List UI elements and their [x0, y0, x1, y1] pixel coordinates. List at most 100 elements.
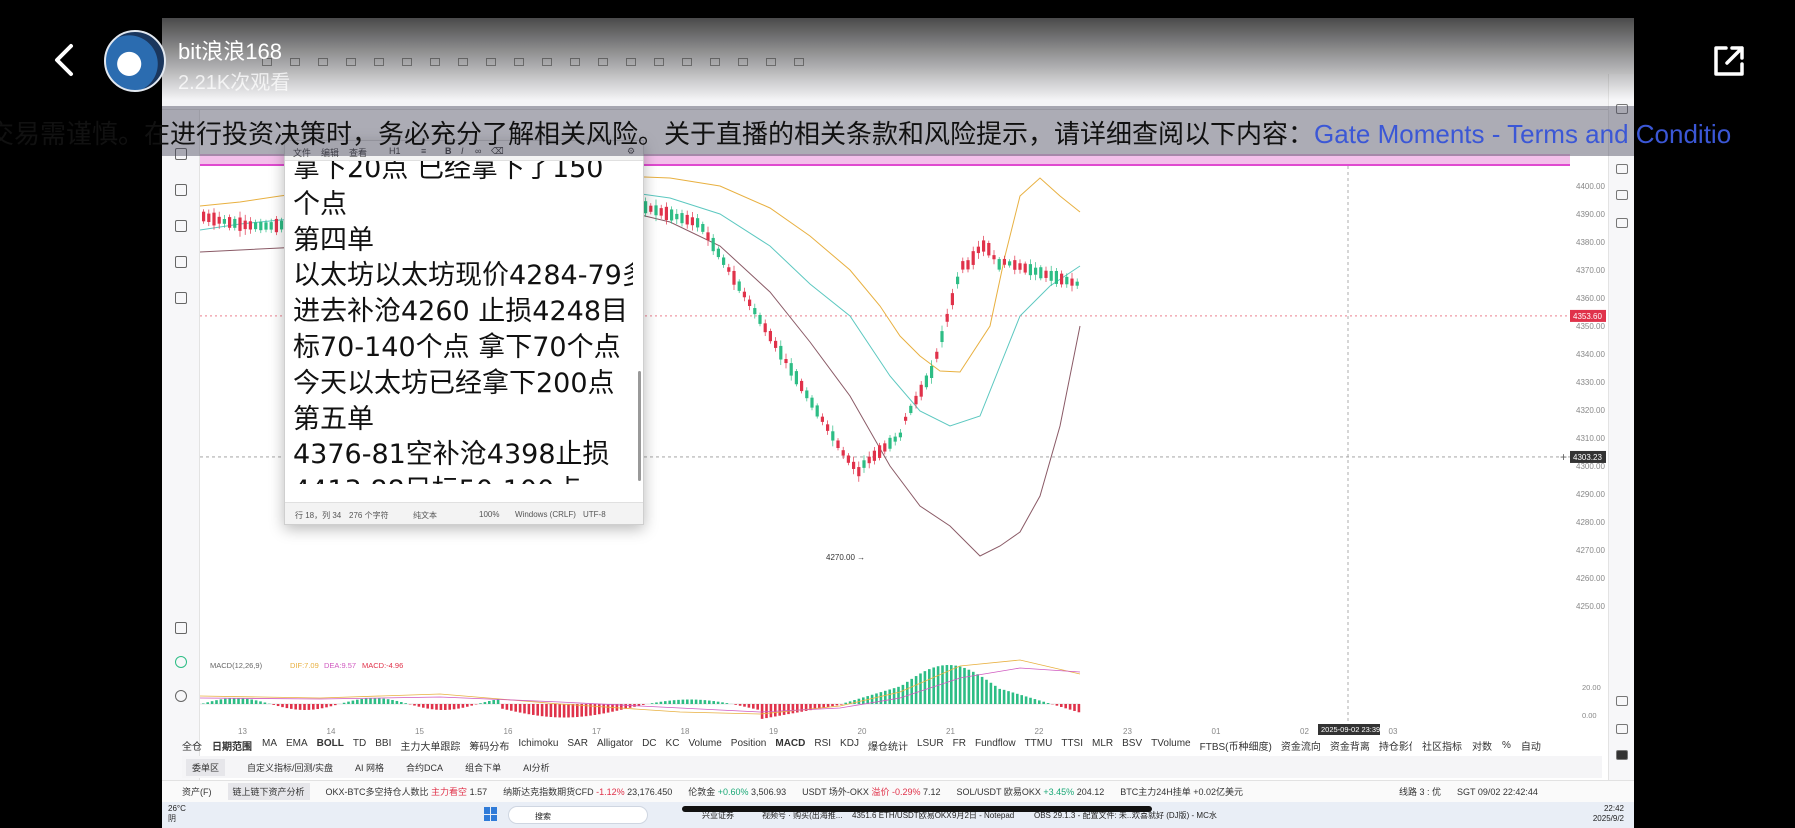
- candle: [212, 212, 216, 226]
- indicator-item[interactable]: 资金流向: [1281, 738, 1321, 753]
- macd-bar: [400, 702, 403, 704]
- macd-bar: [906, 681, 909, 704]
- macd-bar: [452, 704, 456, 710]
- rail-item-mobile[interactable]: [166, 622, 196, 636]
- macd-bar: [1024, 696, 1028, 704]
- settings-icon[interactable]: [166, 690, 196, 704]
- auto-scale-toggle[interactable]: 自动: [1521, 738, 1541, 753]
- rail-item-more[interactable]: [166, 292, 196, 306]
- taskbar-clock[interactable]: 22:42 2025/9/2: [1593, 804, 1624, 824]
- indicator-item[interactable]: MLR: [1092, 738, 1113, 753]
- ticker-item[interactable]: 纳斯达克指数期货CFD -1.12% 23,176.450: [503, 785, 672, 798]
- macd-bar: [496, 699, 500, 704]
- candle: [909, 405, 913, 414]
- ticker-item[interactable]: USDT 场外-OKX 溢价 -0.29% 7.12: [802, 785, 940, 798]
- macd-bar: [505, 704, 509, 710]
- candle: [675, 213, 679, 220]
- community-indicators[interactable]: 社区指标: [1422, 738, 1462, 753]
- indicator-item[interactable]: TVolume: [1151, 738, 1190, 753]
- indicator-item[interactable]: Ichimoku: [518, 738, 558, 753]
- rail-item-news[interactable]: [166, 256, 196, 270]
- indicator-item[interactable]: MACD: [775, 738, 805, 753]
- macd-bar: [712, 701, 715, 704]
- candle: [737, 281, 741, 291]
- taskbar-search[interactable]: 搜索: [508, 806, 648, 824]
- macd-bar: [831, 704, 834, 707]
- btc-flow[interactable]: BTC主力24H挂单 +0.02亿美元: [1120, 785, 1243, 798]
- indicator-item[interactable]: Position: [731, 738, 767, 753]
- indicator-item[interactable]: MA: [262, 738, 277, 753]
- indicator-item[interactable]: TTSI: [1061, 738, 1083, 753]
- assets-label[interactable]: 资产(F): [182, 785, 212, 798]
- macd-bar: [769, 704, 773, 718]
- indicator-item[interactable]: KDJ: [840, 738, 859, 753]
- ticker-item[interactable]: OKX-BTC多空持仓人数比 主力看空 1.57: [326, 785, 488, 798]
- tab-ai-grid[interactable]: AI 网格: [355, 761, 384, 774]
- tab-custom-indicator[interactable]: 自定义指标/回测/实盘: [247, 761, 333, 774]
- indicator-item[interactable]: BBI: [375, 738, 391, 753]
- indicator-item[interactable]: DC: [642, 738, 656, 753]
- candle: [971, 251, 975, 265]
- rail-item-web3[interactable]: [166, 184, 196, 198]
- terms-link[interactable]: Gate Moments - Terms and Conditio: [1314, 119, 1731, 149]
- macd-bar: [655, 702, 658, 704]
- tab-contract-dca[interactable]: 合约DCA: [406, 761, 443, 774]
- indicator-item[interactable]: Alligator: [597, 738, 633, 753]
- windows-start-icon[interactable]: [484, 807, 498, 821]
- macd-bar: [844, 702, 847, 704]
- avatar[interactable]: [104, 30, 166, 92]
- macd-bar: [215, 700, 218, 704]
- indicator-item[interactable]: BOLL: [317, 738, 344, 753]
- candle: [841, 450, 845, 456]
- margin-mode[interactable]: 全仓: [182, 738, 202, 753]
- macd-bar: [888, 689, 891, 704]
- ticker-item[interactable]: 伦敦金 +0.60% 3,506.93: [688, 785, 786, 798]
- indicator-item[interactable]: EMA: [286, 738, 308, 753]
- indicator-item[interactable]: FTBS(币种细度): [1200, 738, 1272, 753]
- window-icon[interactable]: [1616, 190, 1628, 200]
- download-icon[interactable]: [1616, 218, 1628, 228]
- notepad-scrollbar[interactable]: [638, 371, 641, 481]
- indicator-item[interactable]: SAR: [567, 738, 588, 753]
- tab-orders[interactable]: 委单区: [186, 758, 226, 776]
- log-scale-toggle[interactable]: 对数: [1472, 738, 1492, 753]
- indicator-item[interactable]: RSI: [814, 738, 831, 753]
- chat-icon[interactable]: [1616, 164, 1628, 174]
- tab-combo-order[interactable]: 组合下单: [465, 761, 501, 774]
- percent-toggle[interactable]: %: [1502, 740, 1511, 751]
- indicator-item[interactable]: LSUR: [917, 738, 944, 753]
- indicator-item[interactable]: 资金背离: [1330, 738, 1370, 753]
- date-range[interactable]: 日期范围: [212, 738, 252, 753]
- macd-bar: [985, 679, 988, 704]
- indicator-item[interactable]: BSV: [1122, 738, 1142, 753]
- headset-icon[interactable]: [1616, 724, 1628, 734]
- indicator-item[interactable]: KC: [666, 738, 680, 753]
- candle: [893, 436, 897, 442]
- indicator-item[interactable]: Volume: [688, 738, 721, 753]
- plus-icon[interactable]: +: [1560, 450, 1567, 464]
- rail-item-assets[interactable]: [166, 220, 196, 234]
- ticker-item[interactable]: SOL/USDT 欧易OKX +3.45% 204.12: [957, 785, 1105, 798]
- notepad-window[interactable]: 文件 编辑 查看 H1 ≡ B I ∞ ⌫ ⚙ 拿下20点 已经拿下了150 个点…: [284, 140, 644, 525]
- indicator-item[interactable]: 主力大单跟踪: [400, 738, 460, 753]
- weather-widget[interactable]: 26°C 阴: [168, 804, 186, 824]
- video-progress-bar[interactable]: [682, 806, 1152, 812]
- indicator-item[interactable]: 爆仓统计: [868, 738, 908, 753]
- chain-assets-tab[interactable]: 链上链下资产分析: [227, 783, 310, 800]
- indicator-item[interactable]: 持仓影值: [1379, 738, 1412, 753]
- robot-icon[interactable]: [1616, 750, 1628, 760]
- tab-ai-analysis[interactable]: AI分析: [523, 761, 550, 774]
- indicator-item[interactable]: FR: [953, 738, 966, 753]
- macd-bar: [259, 701, 262, 704]
- indicator-item[interactable]: 筹码分布: [469, 738, 509, 753]
- notepad-text-area[interactable]: 拿下20点 已经拿下了150 个点 第四单 以太坊以太坊现价4284-79多 进去补沧4…: [293, 161, 633, 484]
- panel-icon[interactable]: [1616, 696, 1628, 706]
- vip-icon[interactable]: [166, 656, 196, 670]
- share-icon[interactable]: [1708, 40, 1750, 82]
- indicator-item[interactable]: Fundflow: [975, 738, 1016, 753]
- indicator-item[interactable]: TD: [353, 738, 366, 753]
- indicator-item[interactable]: TTMU: [1025, 738, 1053, 753]
- candle: [233, 218, 237, 228]
- back-arrow-icon[interactable]: [46, 40, 86, 80]
- channel-name[interactable]: bit浪浪168: [178, 34, 282, 66]
